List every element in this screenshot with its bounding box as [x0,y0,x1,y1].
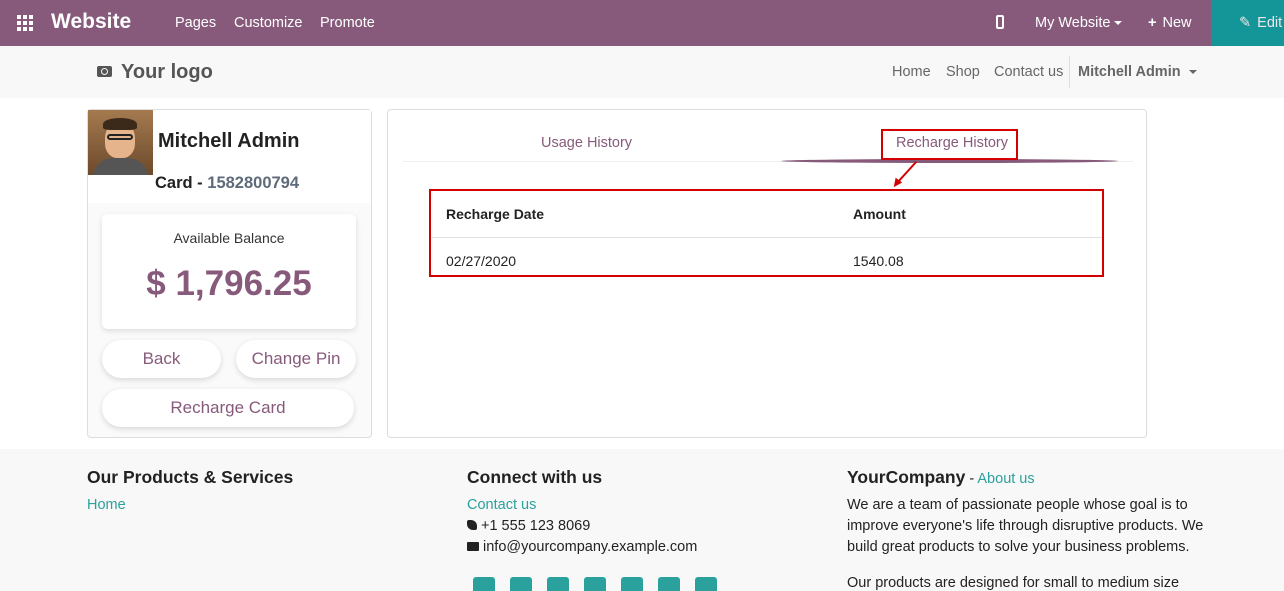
edit-button[interactable]: ✎ Edit [1211,0,1284,46]
chevron-down-icon [1188,70,1197,75]
new-button[interactable]: + New [1148,15,1191,31]
highlight-box-tab [881,129,1018,160]
twitter-icon[interactable] [510,577,532,591]
wallet-card-panel: Mitchell Admin Card - 1582800794 Availab… [87,109,372,438]
card-label: Card - [155,174,208,192]
footer-about-text-line-2: improve everyone's life through disrupti… [847,518,1204,534]
footer-about-text-line-3: build great products to solve your busin… [847,539,1190,555]
new-button-label: New [1162,15,1192,31]
card-number-line: Card - 1582800794 [155,174,299,193]
tab-usage-history[interactable]: Usage History [541,135,632,151]
recharge-history-table: Recharge Date Amount 02/27/2020 1540.08 [432,191,1102,275]
table-header-divider [432,237,1102,238]
plus-icon: + [1148,15,1157,31]
nav-shop[interactable]: Shop [946,64,980,80]
column-header-recharge-date: Recharge Date [446,206,545,222]
site-navbar: Your logo Home Shop Contact us Mitchell … [0,46,1284,99]
column-header-amount: Amount [853,206,906,222]
balance-value: $ 1,796.25 [146,264,312,303]
table-cell-amount: 1540.08 [853,253,904,269]
site-selector-label: My Website [1035,15,1111,31]
user-menu-label: Mitchell Admin [1078,64,1181,80]
site-selector[interactable]: My Website [1035,15,1123,31]
chevron-down-icon [1114,21,1123,26]
googleplus-icon[interactable] [621,577,643,591]
phone-icon [467,520,477,530]
change-pin-button[interactable]: Change Pin [236,340,356,378]
avatar [88,110,153,175]
nav-contact-us[interactable]: Contact us [994,64,1063,80]
footer-separator: - [965,471,978,487]
balance-label: Available Balance [173,230,285,246]
main-content: Mitchell Admin Card - 1582800794 Availab… [0,98,1284,449]
footer-phone-text: +1 555 123 8069 [481,518,591,534]
logo-text: Your logo [121,61,213,83]
footer-company-title: YourCompany - About us [847,467,1035,488]
balance-box: Available Balance $ 1,796.25 [102,214,356,329]
history-panel: Usage History Recharge History Recharge … [387,109,1147,438]
pencil-icon: ✎ [1239,15,1252,31]
nav-home[interactable]: Home [892,64,931,80]
footer-about-text-line-4: Our products are designed for small to m… [847,575,1180,591]
user-menu[interactable]: Mitchell Admin [1078,64,1197,80]
instagram-icon[interactable] [695,577,717,591]
menu-promote[interactable]: Promote [320,15,375,31]
menu-pages[interactable]: Pages [175,15,216,31]
footer-products-title: Our Products & Services [87,467,294,487]
footer-phone: +1 555 123 8069 [467,518,590,534]
card-header: Mitchell Admin Card - 1582800794 [88,110,371,203]
annotation-arrow-icon [893,161,917,188]
site-footer: Our Products & Services Home Connect wit… [0,449,1284,591]
nav-divider [1069,56,1070,88]
website-admin-bar: Website Pages Customize Promote My Websi… [0,0,1284,46]
linkedin-icon[interactable] [547,577,569,591]
footer-email-text: info@yourcompany.example.com [483,539,698,555]
apps-grid-icon[interactable] [17,15,33,31]
camera-icon [97,66,112,77]
footer-email[interactable]: info@yourcompany.example.com [467,539,697,555]
youtube-icon[interactable] [584,577,606,591]
mobile-preview-icon[interactable] [996,15,1004,29]
footer-home-link[interactable]: Home [87,497,126,513]
edit-button-label: Edit [1257,15,1283,31]
envelope-icon [467,542,479,551]
site-logo[interactable]: Your logo [97,61,213,84]
github-icon[interactable] [658,577,680,591]
footer-about-link[interactable]: About us [977,471,1034,487]
recharge-card-button[interactable]: Recharge Card [102,389,354,427]
website-brand[interactable]: Website [51,10,131,34]
table-cell-date: 02/27/2020 [446,253,517,269]
menu-customize[interactable]: Customize [234,15,303,31]
footer-connect-title: Connect with us [467,467,603,487]
card-number: 1582800794 [207,174,300,192]
card-holder-name: Mitchell Admin [158,130,300,152]
footer-contact-link[interactable]: Contact us [467,497,536,513]
footer-company-name: YourCompany [847,467,966,487]
back-button[interactable]: Back [102,340,221,378]
footer-about-text-line-1: We are a team of passionate people whose… [847,497,1188,513]
facebook-icon[interactable] [473,577,495,591]
